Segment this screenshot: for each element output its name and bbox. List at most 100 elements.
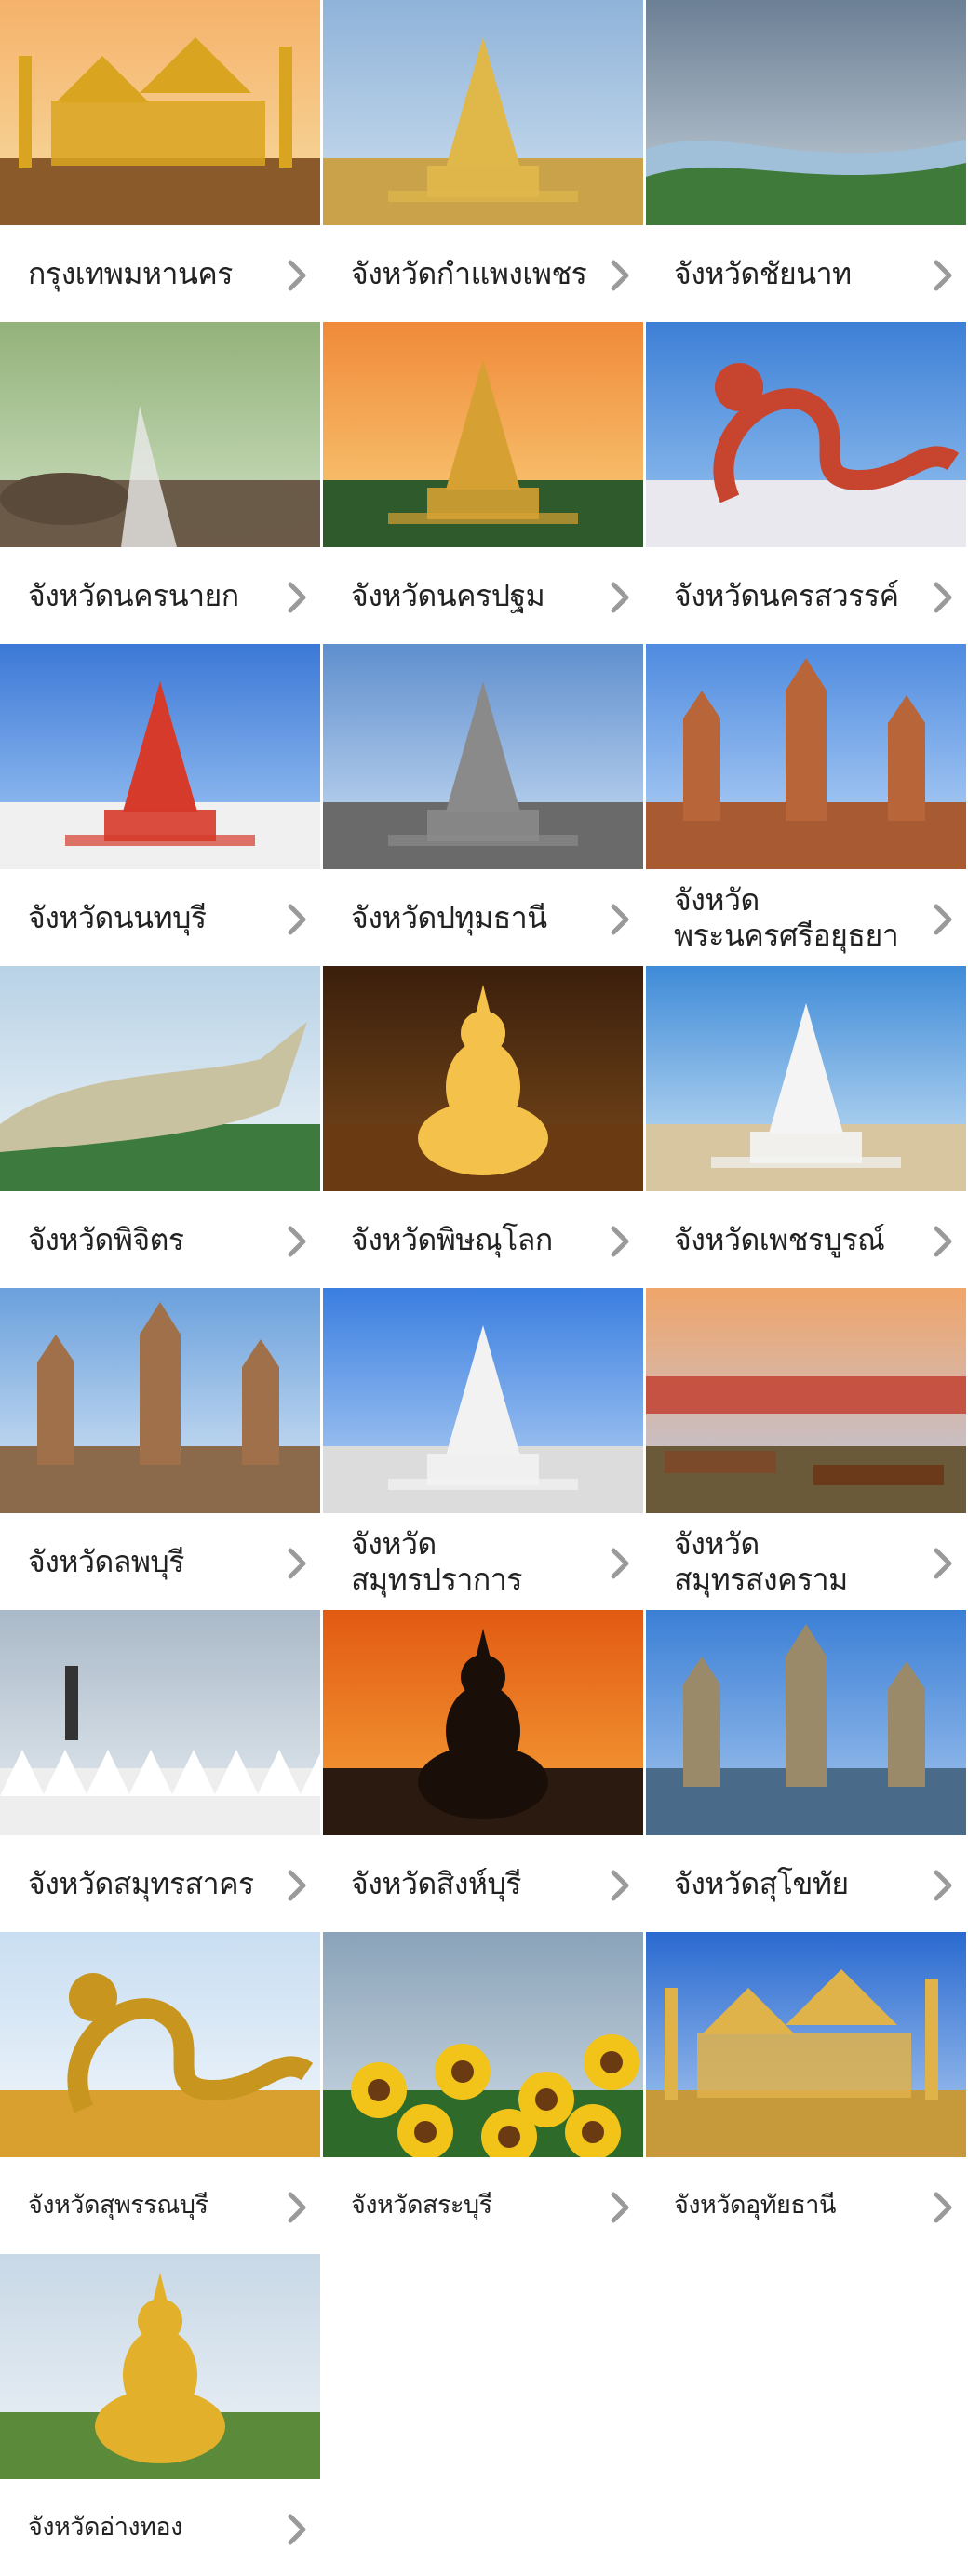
chevron-right-icon[interactable]	[929, 2191, 957, 2224]
province-name: จังหวัดสมุทรปราการ	[351, 1526, 522, 1597]
province-label-row[interactable]: จังหวัดนครนายก	[0, 547, 320, 644]
province-card[interactable]: จังหวัดนครนายก	[0, 322, 320, 644]
province-card[interactable]: จังหวัดสมุทรสงคราม	[646, 1288, 966, 1610]
grand-palace-photo[interactable]	[0, 0, 320, 225]
province-label-row[interactable]: จังหวัดปทุมธานี	[323, 869, 643, 966]
chevron-right-icon[interactable]	[606, 1869, 634, 1902]
province-card[interactable]: จังหวัดสระบุรี	[323, 1932, 643, 2254]
province-card[interactable]: จังหวัดสุพรรณบุรี	[0, 1932, 320, 2254]
chevron-right-icon[interactable]	[929, 259, 957, 292]
chevron-right-icon[interactable]	[283, 1225, 311, 1258]
province-card[interactable]: จังหวัดนนทบุรี	[0, 644, 320, 966]
white-buddha-hill-photo[interactable]	[646, 966, 966, 1191]
province-card[interactable]: จังหวัดพิจิตร	[0, 966, 320, 1288]
province-label-row[interactable]: จังหวัดพระนครศรีอยุธยา	[646, 869, 966, 966]
province-label-row[interactable]: จังหวัดสิงห์บุรี	[323, 1835, 643, 1932]
chevron-right-icon[interactable]	[606, 259, 634, 292]
province-card[interactable]: จังหวัดชัยนาท	[646, 0, 966, 322]
chevron-right-icon[interactable]	[606, 903, 634, 936]
province-name: จังหวัดสุพรรณบุรี	[28, 2191, 208, 2220]
province-card[interactable]: จังหวัดสมุทรสาคร	[0, 1610, 320, 1932]
province-label-row[interactable]: จังหวัดนครสวรรค์	[646, 547, 966, 644]
province-label-row[interactable]: จังหวัดเพชรบูรณ์	[646, 1191, 966, 1288]
ayutthaya-ruins-photo[interactable]	[646, 644, 966, 869]
chevron-right-icon[interactable]	[606, 1547, 634, 1580]
province-name: จังหวัดพระนครศรีอยุธยา	[674, 882, 899, 953]
chevron-right-icon[interactable]	[283, 2191, 311, 2224]
province-name: จังหวัดสิงห์บุรี	[351, 1866, 521, 1901]
province-name: จังหวัดอ่างทอง	[28, 2513, 182, 2542]
province-label-row[interactable]: จังหวัดสมุทรปราการ	[323, 1513, 643, 1610]
province-card[interactable]: จังหวัดอุทัยธานี	[646, 1932, 966, 2254]
province-label-row[interactable]: จังหวัดสมุทรสาคร	[0, 1835, 320, 1932]
white-stupa-photo[interactable]	[323, 1288, 643, 1513]
province-card[interactable]: จังหวัดอ่างทอง	[0, 2254, 320, 2576]
province-card[interactable]: จังหวัดกำแพงเพชร	[323, 0, 643, 322]
province-label-row[interactable]: จังหวัดนนทบุรี	[0, 869, 320, 966]
chevron-right-icon[interactable]	[283, 581, 311, 614]
sunflower-field-photo[interactable]	[323, 1932, 643, 2157]
province-label-row[interactable]: จังหวัดสมุทรสงคราม	[646, 1513, 966, 1610]
chevron-right-icon[interactable]	[283, 2513, 311, 2546]
floating-market-photo[interactable]	[646, 1288, 966, 1513]
province-label-row[interactable]: จังหวัดกำแพงเพชร	[323, 225, 643, 322]
province-label-row[interactable]: จังหวัดพิจิตร	[0, 1191, 320, 1288]
giant-buddha-photo[interactable]	[0, 2254, 320, 2479]
province-name: จังหวัดสุโขทัย	[674, 1866, 849, 1901]
province-card[interactable]: จังหวัดปทุมธานี	[323, 644, 643, 966]
chevron-right-icon[interactable]	[606, 1225, 634, 1258]
province-name: จังหวัดนครนายก	[28, 578, 239, 613]
golden-buddha-photo[interactable]	[323, 966, 643, 1191]
khmer-ruins-monkey-photo[interactable]	[0, 1288, 320, 1513]
province-label-row[interactable]: จังหวัดชัยนาท	[646, 225, 966, 322]
province-card[interactable]: จังหวัดพระนครศรีอยุธยา	[646, 644, 966, 966]
dragon-statue-photo[interactable]	[646, 322, 966, 547]
golden-dragon-fountain-photo[interactable]	[0, 1932, 320, 2157]
chevron-right-icon[interactable]	[606, 2191, 634, 2224]
chevron-right-icon[interactable]	[929, 903, 957, 936]
chevron-right-icon[interactable]	[929, 581, 957, 614]
golden-temple-photo[interactable]	[646, 1932, 966, 2157]
province-label-row[interactable]: จังหวัดอุทัยธานี	[646, 2157, 966, 2254]
buddha-silhouette-sunset-photo[interactable]	[323, 1610, 643, 1835]
golden-pagoda-photo[interactable]	[323, 0, 643, 225]
province-card[interactable]: กรุงเทพมหานคร	[0, 0, 320, 322]
stone-temple-tower-photo[interactable]	[323, 644, 643, 869]
province-label-row[interactable]: จังหวัดพิษณุโลก	[323, 1191, 643, 1288]
province-card[interactable]: จังหวัดพิษณุโลก	[323, 966, 643, 1288]
province-card[interactable]: จังหวัดสุโขทัย	[646, 1610, 966, 1932]
province-card[interactable]: จังหวัดลพบุรี	[0, 1288, 320, 1610]
province-label-row[interactable]: จังหวัดสุโขทัย	[646, 1835, 966, 1932]
province-card[interactable]: จังหวัดนครสวรรค์	[646, 322, 966, 644]
chevron-right-icon[interactable]	[283, 1547, 311, 1580]
province-label-row[interactable]: จังหวัดลพบุรี	[0, 1513, 320, 1610]
white-pagoda-flags-photo[interactable]	[0, 644, 320, 869]
province-label-row[interactable]: กรุงเทพมหานคร	[0, 225, 320, 322]
province-card[interactable]: จังหวัดสิงห์บุรี	[323, 1610, 643, 1932]
province-card[interactable]: จังหวัดนครปฐม	[323, 322, 643, 644]
province-label-row[interactable]: จังหวัดสุพรรณบุรี	[0, 2157, 320, 2254]
province-label-row[interactable]: จังหวัดนครปฐม	[323, 547, 643, 644]
province-name: กรุงเทพมหานคร	[28, 256, 233, 291]
sukhothai-historical-park-photo[interactable]	[646, 1610, 966, 1835]
province-label-row[interactable]: จังหวัดสระบุรี	[323, 2157, 643, 2254]
chevron-right-icon[interactable]	[929, 1547, 957, 1580]
province-name: จังหวัดพิจิตร	[28, 1222, 184, 1257]
chevron-right-icon[interactable]	[929, 1225, 957, 1258]
mountain-stream-photo[interactable]	[0, 322, 320, 547]
sunset-pagoda-photo[interactable]	[323, 322, 643, 547]
province-card[interactable]: จังหวัดเพชรบูรณ์	[646, 966, 966, 1288]
chevron-right-icon[interactable]	[283, 1869, 311, 1902]
chevron-right-icon[interactable]	[283, 903, 311, 936]
salt-farm-photo[interactable]	[0, 1610, 320, 1835]
province-name: จังหวัดพิษณุโลก	[351, 1222, 553, 1257]
province-name: จังหวัดสมุทรสงคราม	[674, 1526, 848, 1597]
crocodile-statue-photo[interactable]	[0, 966, 320, 1191]
river-valley-photo[interactable]	[646, 0, 966, 225]
chevron-right-icon[interactable]	[929, 1869, 957, 1902]
province-label-row[interactable]: จังหวัดอ่างทอง	[0, 2479, 320, 2576]
chevron-right-icon[interactable]	[283, 259, 311, 292]
province-name: จังหวัดปทุมธานี	[351, 900, 547, 935]
chevron-right-icon[interactable]	[606, 581, 634, 614]
province-card[interactable]: จังหวัดสมุทรปราการ	[323, 1288, 643, 1610]
